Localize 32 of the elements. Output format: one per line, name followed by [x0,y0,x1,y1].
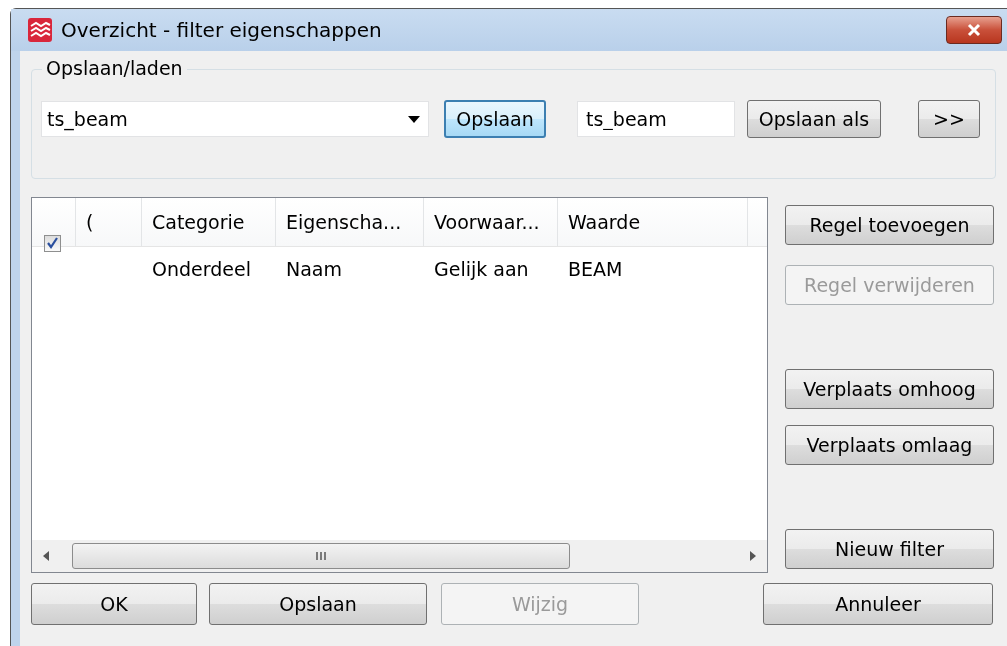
scroll-right-icon[interactable] [750,551,756,561]
more-button[interactable]: >> [918,100,980,138]
scroll-left-icon[interactable] [43,551,49,561]
dialog-button[interactable]: OK [31,583,197,625]
side-button[interactable]: Verplaats omhoog [785,369,994,409]
table-cell: Gelijk aan [434,258,529,280]
column-header[interactable]: Categorie [142,198,276,246]
column-header[interactable]: Eigenscha... [276,198,424,246]
side-button[interactable]: Verplaats omlaag [785,425,994,465]
group-legend: Opslaan/laden [42,57,187,79]
dialog-button[interactable]: Annuleer [763,583,993,625]
column-header[interactable]: Waarde [558,198,748,246]
side-button[interactable]: Nieuw filter [785,529,994,569]
close-button[interactable] [946,16,1002,44]
dialog-button[interactable]: Opslaan [209,583,427,625]
window-title: Overzicht - filter eigenschappen [61,18,382,42]
save-button[interactable]: Opslaan [444,100,546,138]
save-as-button[interactable]: Opslaan als [747,100,881,138]
dropdown-arrow-icon [408,115,420,123]
row-checkbox[interactable] [44,235,61,252]
column-header[interactable]: ( [76,198,142,246]
filter-dropdown[interactable]: ts_beam [41,101,429,137]
horizontal-scrollbar[interactable] [32,540,767,572]
side-button[interactable]: Regel toevoegen [785,205,994,245]
name-field[interactable]: ts_beam [577,101,735,137]
close-icon [966,23,982,37]
table-cell: BEAM [568,258,623,280]
table-cell: Onderdeel [152,258,251,280]
table-cell: Naam [286,258,342,280]
column-header[interactable]: Voorwaar... [424,198,558,246]
scroll-thumb[interactable] [72,543,570,569]
app-icon [27,17,53,43]
